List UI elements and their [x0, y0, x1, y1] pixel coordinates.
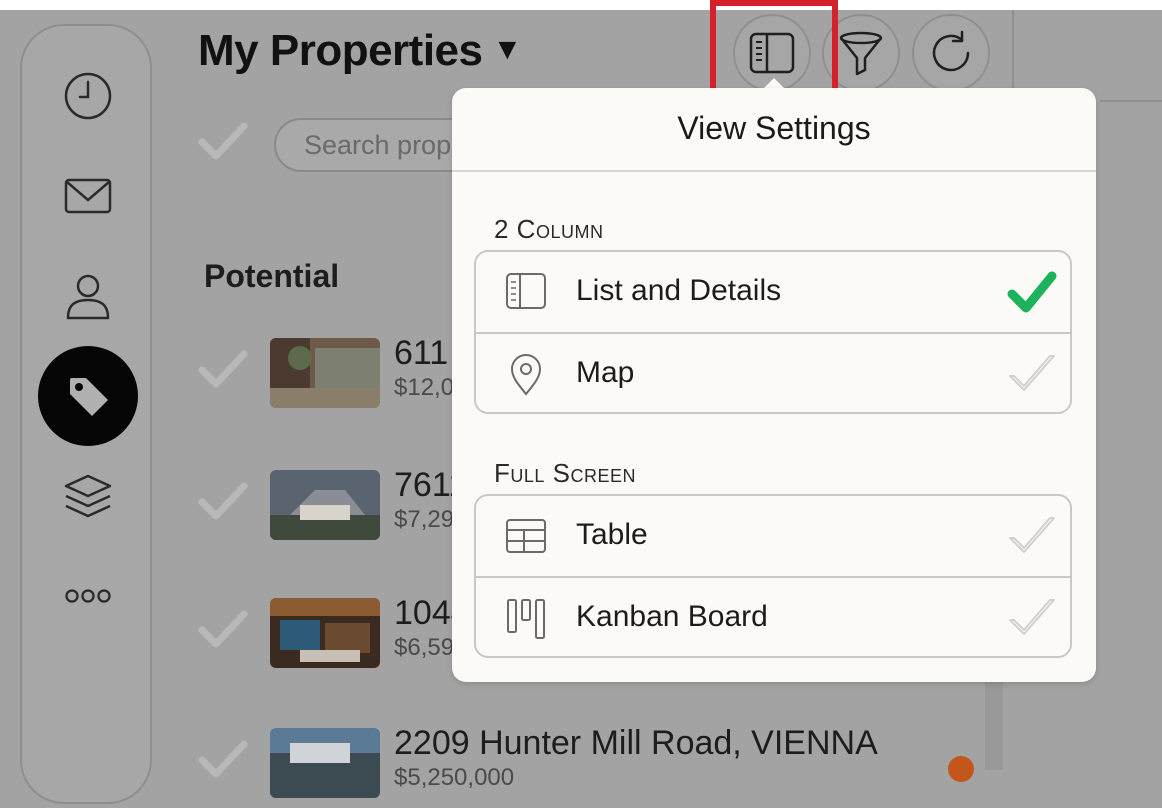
- group-label-full-screen: Full Screen: [494, 458, 636, 488]
- mail-icon[interactable]: [62, 170, 114, 222]
- status-dot: [948, 756, 974, 782]
- refresh-button[interactable]: [912, 14, 990, 92]
- option-group-full-screen: Table Kanban Board: [474, 494, 1072, 658]
- divider: [1100, 100, 1162, 102]
- property-price: $7,29: [394, 506, 455, 533]
- row-checkbox[interactable]: [198, 480, 248, 524]
- option-label: Kanban Board: [576, 600, 768, 633]
- checkmark-icon: [1009, 599, 1055, 635]
- list-item[interactable]: 2209 Hunter Mill Road, VIENNA $5,250,000: [198, 724, 978, 808]
- checkmark-icon: [1007, 271, 1057, 313]
- view-settings-popover: View Settings 2 Column List and Details …: [452, 88, 1096, 682]
- property-price: $6,59: [394, 634, 455, 661]
- property-price: $12,0: [394, 374, 455, 401]
- kanban-icon: [502, 596, 550, 640]
- person-icon[interactable]: [62, 270, 114, 322]
- option-map[interactable]: Map: [476, 334, 1070, 412]
- filter-icon: [839, 31, 883, 76]
- option-label: Map: [576, 356, 635, 389]
- refresh-icon: [932, 30, 970, 72]
- property-thumbnail: [270, 728, 380, 798]
- property-thumbnail: [270, 598, 380, 668]
- map-pin-icon: [502, 352, 550, 396]
- option-kanban-board[interactable]: Kanban Board: [476, 578, 1070, 656]
- divider: [452, 170, 1096, 172]
- chevron-down-icon[interactable]: ▼: [492, 33, 522, 66]
- table-icon: [502, 514, 550, 558]
- page-title[interactable]: My Properties ▼: [198, 26, 522, 76]
- top-strip: [0, 0, 1162, 10]
- select-all-checkbox[interactable]: [198, 120, 248, 164]
- more-icon[interactable]: [62, 570, 114, 622]
- sidebar: [20, 24, 152, 804]
- tag-icon[interactable]: [38, 346, 138, 446]
- page-title-text: My Properties: [198, 26, 483, 75]
- property-thumbnail: [270, 470, 380, 540]
- option-label: List and Details: [576, 274, 782, 307]
- row-checkbox[interactable]: [198, 738, 248, 782]
- clock-icon[interactable]: [62, 70, 114, 122]
- group-label-2-column: 2 Column: [494, 214, 604, 244]
- option-list-and-details[interactable]: List and Details: [476, 252, 1070, 334]
- checkmark-icon: [1009, 355, 1055, 391]
- popover-title: View Settings: [677, 110, 871, 146]
- property-thumbnail: [270, 338, 380, 408]
- divider: [1012, 10, 1014, 100]
- option-group-2-column: List and Details Map: [474, 250, 1072, 414]
- layers-icon[interactable]: [62, 472, 114, 524]
- checkmark-icon: [1009, 517, 1055, 553]
- option-label: Table: [576, 518, 648, 551]
- property-price: $5,250,000: [394, 764, 515, 791]
- option-table[interactable]: Table: [476, 496, 1070, 578]
- row-checkbox[interactable]: [198, 608, 248, 652]
- section-heading: Potential: [204, 258, 340, 294]
- list-details-icon: [502, 270, 550, 314]
- property-address: 2209 Hunter Mill Road, VIENNA: [394, 724, 878, 762]
- row-checkbox[interactable]: [198, 348, 248, 392]
